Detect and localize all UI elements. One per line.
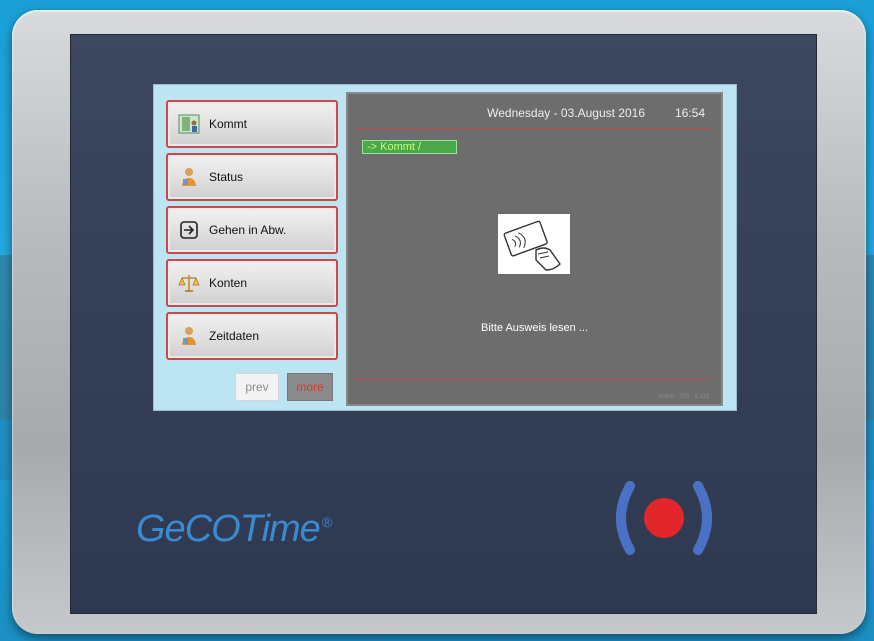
- menu-label: Gehen in Abw.: [209, 223, 287, 237]
- header-bar: Wednesday - 03.August 2016 16:54: [348, 104, 721, 122]
- touch-screen: Kommt Status Gehen in Abw. Konten Zeitda: [153, 84, 737, 411]
- current-time: 16:54: [674, 106, 705, 120]
- current-date: Wednesday - 03.August 2016: [487, 106, 645, 120]
- enter-door-icon: [178, 113, 200, 135]
- instruction-message: Bitte Ausweis lesen ...: [481, 322, 588, 334]
- menu-label: Konten: [209, 276, 248, 290]
- brand-name: GeCOTime: [136, 508, 321, 550]
- main-content: Wednesday - 03.August 2016 16:54 -> Komm…: [346, 92, 723, 406]
- card-reader-icon: [498, 214, 570, 274]
- menu-button-konten[interactable]: Konten: [166, 259, 338, 307]
- person-status-icon: [178, 166, 200, 188]
- more-button[interactable]: more: [287, 373, 333, 401]
- menu-button-kommt[interactable]: Kommt: [166, 100, 338, 148]
- menu-button-status[interactable]: Status: [166, 153, 338, 201]
- menu-label: Kommt: [209, 117, 248, 131]
- person-clock-icon: [178, 325, 200, 347]
- status-badge: -> Kommt /: [362, 140, 457, 154]
- rfid-reader-icon: [608, 478, 720, 558]
- side-menu: Kommt Status Gehen in Abw. Konten Zeitda: [154, 85, 339, 410]
- registered-mark: ®: [321, 514, 332, 530]
- menu-button-gehen-in-abw[interactable]: Gehen in Abw.: [166, 206, 338, 254]
- header-divider: [356, 128, 713, 129]
- footer-divider: [356, 379, 713, 380]
- balance-scale-icon: [178, 272, 200, 294]
- menu-button-zeitdaten[interactable]: Zeitdaten: [166, 312, 338, 360]
- brand-logo: GeCOTime ®: [136, 508, 332, 551]
- exit-arrow-icon: [178, 219, 200, 241]
- menu-label: Zeitdaten: [209, 329, 260, 343]
- menu-label: Status: [209, 170, 244, 184]
- prev-button[interactable]: prev: [235, 373, 279, 401]
- status-footer: online - 203 - 8.113: [657, 394, 709, 400]
